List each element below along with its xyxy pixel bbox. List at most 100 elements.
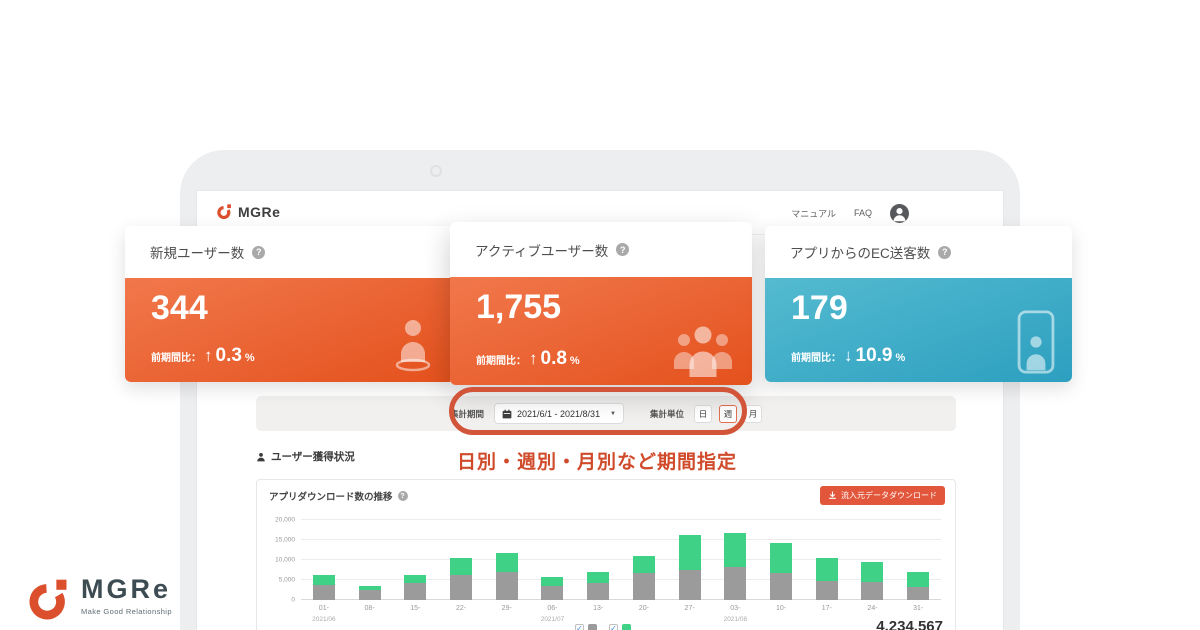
download-icon	[828, 491, 837, 500]
kpi-card-header: アクティブユーザー数 ?	[450, 222, 752, 277]
bar-segment-gray	[404, 583, 426, 600]
bar-segment-green	[907, 572, 929, 587]
kpi-compare-row: 前期間比： ↓ 10.9 %	[791, 345, 905, 367]
legend-color-chip-gray	[588, 624, 597, 630]
x-tick-label: 15-	[410, 605, 420, 612]
legend-checkbox[interactable]: ✓	[609, 624, 618, 630]
compare-unit: %	[570, 355, 580, 367]
bar-segment-green	[496, 553, 518, 572]
x-tick-label: 20-	[639, 605, 649, 612]
chart-bars: 01-2021/0608-15-22-29-06-2021/0713-20-27…	[301, 520, 941, 600]
app-downloads-chart: 05,00010,00015,00020,000 01-2021/0608-15…	[267, 520, 941, 600]
x-tick-label: 06-	[547, 605, 557, 612]
stacked-bar	[496, 520, 518, 600]
bar-segment-green	[633, 556, 655, 573]
brand-logo: MGRe Make Good Relationship	[26, 576, 172, 622]
compare-label: 前期間比：	[791, 349, 841, 364]
total-downloads-value: 4,234,567	[876, 618, 943, 630]
month-label: 2021/08	[724, 616, 748, 623]
bar-segment-gray	[450, 575, 472, 600]
person-icon	[387, 316, 439, 374]
down-arrow-icon: ↓	[844, 346, 853, 366]
brand-text: MGRe Make Good Relationship	[81, 576, 172, 616]
compare-value: 10.9	[856, 345, 893, 367]
chart-card-title-row: アプリダウンロード数の推移 ?	[269, 489, 408, 503]
bar-segment-gray	[359, 590, 381, 600]
stacked-bar	[450, 520, 472, 600]
bar-column: 06-2021/07	[530, 520, 576, 600]
legend-item-gray: ✓	[575, 624, 597, 630]
bar-column: 24-	[850, 520, 896, 600]
bar-column: 29-	[484, 520, 530, 600]
mgre-logo-icon	[216, 203, 233, 220]
bar-segment-gray	[724, 567, 746, 600]
chart-legend: ✓ ✓	[575, 624, 631, 630]
kpi-card-header: 新規ユーザー数 ?	[125, 226, 455, 278]
stacked-bar	[816, 520, 838, 600]
download-inflow-data-button[interactable]: 流入元データダウンロード	[820, 486, 945, 505]
kpi-compare-row: 前期間比： ↑ 0.8 %	[476, 348, 580, 370]
x-tick-label: 03-	[730, 605, 740, 612]
compare-label: 前期間比：	[151, 349, 201, 364]
bar-segment-green	[587, 572, 609, 583]
bar-column: 10-	[758, 520, 804, 600]
stacked-bar	[404, 520, 426, 600]
compare-value: 0.3	[216, 345, 242, 367]
nav-link-manual[interactable]: マニュアル	[791, 207, 836, 220]
up-arrow-icon: ↑	[204, 346, 213, 366]
legend-checkbox[interactable]: ✓	[575, 624, 584, 630]
help-icon[interactable]: ?	[398, 491, 408, 501]
legend-color-chip-green	[622, 624, 631, 630]
people-icon	[670, 323, 736, 377]
y-tick-label: 5,000	[279, 577, 295, 584]
bar-segment-green	[450, 558, 472, 575]
help-icon[interactable]: ?	[252, 246, 265, 259]
stacked-bar	[313, 520, 335, 600]
x-tick-label: 29-	[502, 605, 512, 612]
kpi-card-ec-referrals: アプリからのEC送客数 ? 179 前期間比： ↓ 10.9 %	[765, 226, 1072, 382]
kpi-value: 1,755	[476, 288, 561, 327]
x-tick-label: 17-	[822, 605, 832, 612]
app-downloads-card: アプリダウンロード数の推移 ? 流入元データダウンロード 05,00010,00…	[256, 479, 956, 630]
bar-segment-green	[861, 562, 883, 582]
kpi-card-active-users: アクティブユーザー数 ? 1,755 前期間比： ↑ 0.8 %	[450, 222, 752, 385]
bar-segment-gray	[816, 581, 838, 600]
download-button-label: 流入元データダウンロード	[841, 490, 937, 501]
bar-segment-green	[816, 558, 838, 580]
compare-label: 前期間比：	[476, 352, 526, 367]
bar-column: 01-2021/06	[301, 520, 347, 600]
nav-link-faq[interactable]: FAQ	[854, 208, 872, 218]
legend-item-green: ✓	[609, 624, 631, 630]
user-avatar-icon[interactable]	[890, 204, 909, 223]
screenshot-canvas: MGRe マニュアル FAQ 集計期間	[0, 0, 1200, 630]
chart-y-axis: 05,00010,00015,00020,000	[267, 520, 297, 600]
bar-segment-green	[313, 575, 335, 585]
stacked-bar	[861, 520, 883, 600]
brand-tagline: Make Good Relationship	[81, 607, 172, 616]
kpi-compare-row: 前期間比： ↑ 0.3 %	[151, 345, 255, 367]
bar-segment-gray	[496, 572, 518, 600]
y-tick-label: 0	[291, 597, 295, 604]
bar-segment-green	[724, 533, 746, 567]
chart-card-title: アプリダウンロード数の推移	[269, 489, 393, 503]
x-tick-label: 01-	[319, 605, 329, 612]
compare-unit: %	[245, 352, 255, 364]
x-tick-label: 10-	[776, 605, 786, 612]
person-icon	[256, 452, 266, 462]
compare-unit: %	[895, 352, 905, 364]
bar-column: 31-	[895, 520, 941, 600]
stacked-bar	[907, 520, 929, 600]
bar-segment-gray	[907, 587, 929, 600]
kpi-card-new-users: 新規ユーザー数 ? 344 前期間比： ↑ 0.3 %	[125, 226, 455, 382]
help-icon[interactable]: ?	[616, 243, 629, 256]
month-label: 2021/06	[312, 616, 336, 623]
help-icon[interactable]: ?	[938, 246, 951, 259]
app-logo: MGRe	[216, 203, 280, 220]
kpi-card-title: 新規ユーザー数	[150, 242, 244, 262]
chart-plot-area: 01-2021/0608-15-22-29-06-2021/0713-20-27…	[301, 520, 941, 600]
bar-segment-green	[541, 577, 563, 586]
bar-segment-green	[679, 535, 701, 570]
kpi-card-title: アプリからのEC送客数	[790, 242, 930, 262]
kpi-value: 344	[151, 289, 208, 328]
mgre-logo-icon	[26, 576, 72, 622]
